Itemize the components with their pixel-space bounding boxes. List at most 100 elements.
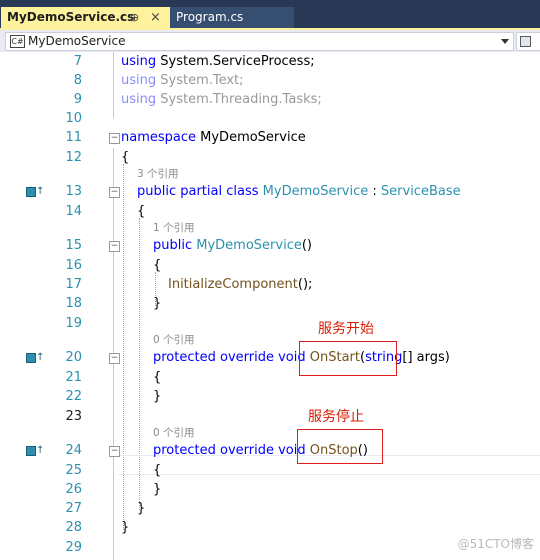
code-line: 27 } (0, 499, 540, 519)
line-number: 29 (65, 540, 82, 555)
line-number: 11 (65, 130, 82, 145)
keyword: protected override void (153, 443, 306, 458)
keyword: using (121, 54, 157, 69)
code-text: public partial class MyDemoService : Ser… (137, 182, 461, 202)
class-dropdown[interactable]: C# MyDemoService (5, 32, 514, 51)
chevron-down-icon (501, 39, 509, 44)
line-number: 8 (73, 73, 82, 88)
method-name: InitializeComponent (168, 277, 298, 292)
line-number: 7 (73, 54, 82, 69)
collapse-icon[interactable]: − (109, 241, 120, 252)
code-rest: System.Threading.Tasks; (156, 92, 322, 107)
line-number: 24 (65, 443, 82, 458)
code-line: 7 using System.ServiceProcess; (0, 52, 540, 72)
code-line: 18 } (0, 294, 540, 314)
line-number: 19 (65, 316, 82, 331)
code-text: } (121, 520, 130, 535)
keyword: using (121, 92, 157, 107)
line-number: 27 (65, 501, 82, 516)
pin-icon[interactable]: ⊕ (130, 7, 139, 28)
type-name: MyDemoService (262, 184, 369, 199)
code-rest: System.Text; (156, 73, 244, 88)
navigation-bar: C# MyDemoService (0, 30, 540, 53)
code-line: 8 using System.Text; (0, 71, 540, 91)
service-start-annotation: 服务开始 (318, 321, 374, 337)
code-rest: System.ServiceProcess; (156, 54, 315, 69)
code-line: 14 { (0, 202, 540, 222)
onstart-highlight-box (299, 341, 397, 376)
tab-program-cs[interactable]: Program.cs (170, 7, 294, 28)
code-rest: () (301, 238, 313, 253)
keyword: namespace (121, 130, 197, 145)
collapse-icon[interactable]: − (109, 353, 120, 364)
code-text: public MyDemoService() (153, 236, 312, 256)
keyword: public (153, 238, 193, 253)
code-line: ↑ 13 − public partial class MyDemoServic… (0, 182, 540, 202)
collapse-icon[interactable]: − (109, 133, 120, 144)
code-line: 10 (0, 109, 540, 129)
line-number: 13 (65, 184, 82, 199)
line-number: 10 (65, 111, 82, 126)
code-line: ↑ 24 − protected override void OnStop() (0, 441, 540, 461)
line-number: 12 (65, 150, 82, 165)
keyword: protected override void (153, 350, 306, 365)
collapse-icon[interactable]: − (109, 446, 120, 457)
code-line: 12 { (0, 148, 540, 168)
class-icon: C# (10, 35, 25, 48)
code-text: { (121, 150, 130, 165)
references-codelens[interactable]: 0 个引用 (153, 332, 195, 348)
line-number: 16 (65, 258, 82, 273)
references-codelens[interactable]: 0 个引用 (153, 425, 195, 441)
separator: : (368, 184, 381, 199)
line-number: 9 (73, 92, 82, 107)
code-line: 15 − public MyDemoService() (0, 236, 540, 256)
code-rest: [] args) (402, 350, 450, 365)
code-line: 9 using System.Threading.Tasks; (0, 90, 540, 110)
code-line: 21 { (0, 368, 540, 388)
code-line: 25 { (0, 461, 540, 481)
class-dropdown-label: MyDemoService (28, 34, 126, 48)
references-codelens[interactable]: 1 个引用 (153, 220, 195, 236)
code-line: 26 } (0, 480, 540, 500)
member-icon (520, 36, 531, 47)
collapse-icon[interactable]: − (109, 187, 120, 198)
member-dropdown[interactable] (516, 32, 540, 51)
keyword: public partial class (137, 184, 259, 199)
line-number: 15 (65, 238, 82, 253)
code-text: { (153, 370, 162, 385)
code-line: ↑ 20 − protected override void OnStart(s… (0, 348, 540, 368)
code-editor[interactable]: 7 using System.ServiceProcess; 8 using S… (0, 52, 540, 560)
tab-label: MyDemoService.cs (7, 10, 135, 24)
code-text: } (153, 482, 162, 497)
base-type-name: ServiceBase (380, 184, 461, 199)
type-name: MyDemoService (196, 238, 302, 253)
line-number: 23 (65, 409, 82, 424)
line-number: 25 (65, 463, 82, 478)
line-number: 21 (65, 370, 82, 385)
tab-label: Program.cs (176, 10, 244, 24)
line-number: 17 (65, 277, 82, 292)
code-text: using System.Text; (121, 71, 244, 91)
code-text: namespace MyDemoService (121, 128, 306, 148)
code-text: } (153, 296, 162, 311)
watermark: @51CTO博客 (457, 537, 534, 551)
code-text: InitializeComponent(); (168, 275, 312, 295)
code-line: 17 InitializeComponent(); (0, 275, 540, 295)
code-text: } (137, 501, 146, 516)
code-text: } (153, 389, 162, 404)
onstop-highlight-box (297, 429, 383, 464)
code-line: 16 { (0, 256, 540, 276)
line-number: 28 (65, 520, 82, 535)
code-line: 19 (0, 314, 540, 334)
tab-mydemoservice-cs[interactable]: MyDemoService.cs ⊕ × (1, 7, 179, 28)
code-text: { (153, 258, 162, 273)
references-codelens[interactable]: 3 个引用 (137, 166, 179, 182)
keyword: using (121, 73, 157, 88)
code-text: using System.ServiceProcess; (121, 52, 315, 72)
document-tab-strip: MyDemoService.cs ⊕ × Program.cs (0, 0, 540, 30)
code-line: 22 } (0, 387, 540, 407)
close-icon[interactable]: × (150, 7, 161, 28)
line-number: 20 (65, 350, 82, 365)
code-rest: MyDemoService (196, 130, 306, 145)
service-stop-annotation: 服务停止 (308, 409, 364, 425)
